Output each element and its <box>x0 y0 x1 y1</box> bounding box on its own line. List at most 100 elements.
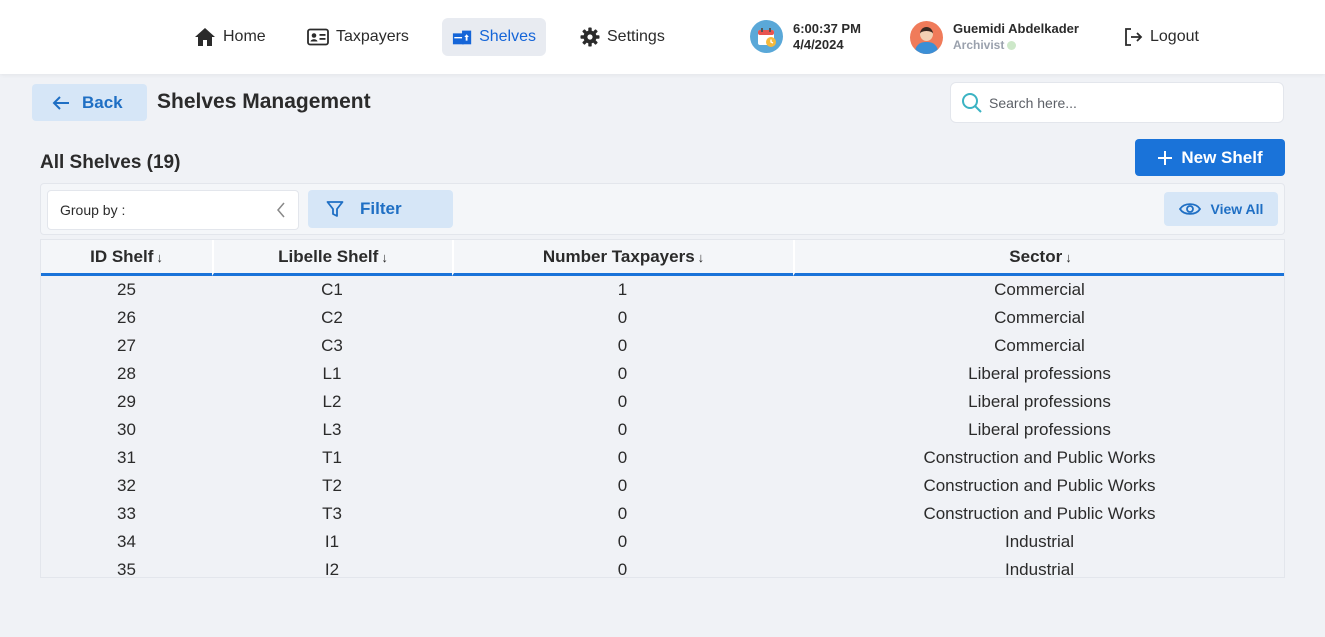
nav-settings[interactable]: Settings <box>570 18 675 56</box>
cell-sector: Liberal professions <box>968 364 1111 383</box>
cell-libelle-shelf: T1 <box>322 448 342 467</box>
cell-sector: Construction and Public Works <box>923 448 1156 467</box>
cell-sector: Commercial <box>994 280 1085 299</box>
cell-id-shelf: 28 <box>117 364 136 383</box>
table-row[interactable]: 26 C2 0 Commercial <box>41 304 1284 332</box>
new-shelf-button[interactable]: New Shelf <box>1135 139 1285 176</box>
online-status-dot <box>1007 41 1017 50</box>
cell-number-taxpayers: 0 <box>617 420 628 439</box>
cell-libelle-shelf: T2 <box>322 476 342 495</box>
filter-label: Filter <box>360 199 402 218</box>
nav-taxpayers[interactable]: Taxpayers <box>297 18 419 56</box>
table-row[interactable]: 29 L2 0 Liberal professions <box>41 388 1284 416</box>
table-row[interactable]: 32 T2 0 Construction and Public Works <box>41 472 1284 500</box>
calendar-clock-icon <box>750 20 783 53</box>
id-card-icon <box>307 28 329 46</box>
user-profile[interactable]: Guemidi Abdelkader Archivist <box>910 20 1079 54</box>
cell-id-shelf: 34 <box>117 532 136 551</box>
view-all-button[interactable]: View All <box>1164 192 1278 226</box>
cell-libelle-shelf: L2 <box>322 392 342 411</box>
arrow-down-icon: ↓ <box>381 249 388 265</box>
gear-icon <box>580 27 600 47</box>
top-navbar: Home Taxpayers Shelves Settings 6:00:37 … <box>0 0 1325 74</box>
cell-number-taxpayers: 0 <box>617 504 628 523</box>
cell-id-shelf: 31 <box>117 448 136 467</box>
cell-number-taxpayers: 0 <box>617 364 628 383</box>
cell-id-shelf: 35 <box>117 560 136 578</box>
shelves-icon <box>452 30 472 45</box>
group-by-select[interactable]: Group by : <box>47 190 299 230</box>
arrow-left-icon <box>52 95 69 110</box>
cell-id-shelf: 26 <box>117 308 136 327</box>
logout-label: Logout <box>1150 28 1199 45</box>
table-row[interactable]: 34 I1 0 Industrial <box>41 528 1284 556</box>
cell-id-shelf: 27 <box>117 336 136 355</box>
cell-number-taxpayers: 0 <box>617 308 628 327</box>
cell-libelle-shelf: I2 <box>324 560 340 578</box>
column-header-libelle-shelf[interactable]: Libelle Shelf ↓ <box>212 240 452 276</box>
cell-id-shelf: 25 <box>117 280 136 299</box>
table-row[interactable]: 35 I2 0 Industrial <box>41 556 1284 578</box>
new-shelf-label: New Shelf <box>1181 147 1263 167</box>
cell-sector: Liberal professions <box>968 392 1111 411</box>
table-toolbar: Group by : Filter View All <box>40 183 1285 235</box>
cell-sector: Commercial <box>994 336 1085 355</box>
page-title: Shelves Management <box>157 90 371 113</box>
arrow-down-icon: ↓ <box>156 249 163 265</box>
nav-home-label: Home <box>223 28 266 45</box>
search-icon <box>962 92 982 113</box>
cell-number-taxpayers: 0 <box>617 532 628 551</box>
cell-libelle-shelf: T3 <box>322 504 342 523</box>
table-row[interactable]: 25 C1 1 Commercial <box>41 276 1284 304</box>
cell-number-taxpayers: 0 <box>617 560 628 578</box>
cell-libelle-shelf: L3 <box>322 420 342 439</box>
cell-number-taxpayers: 0 <box>617 476 628 495</box>
back-button[interactable]: Back <box>32 84 147 121</box>
cell-libelle-shelf: C1 <box>321 280 343 299</box>
table-row[interactable]: 31 T1 0 Construction and Public Works <box>41 444 1284 472</box>
cell-id-shelf: 29 <box>117 392 136 411</box>
cell-id-shelf: 30 <box>117 420 136 439</box>
cell-sector: Construction and Public Works <box>923 504 1156 523</box>
table-row[interactable]: 30 L3 0 Liberal professions <box>41 416 1284 444</box>
cell-sector: Construction and Public Works <box>923 476 1156 495</box>
avatar <box>910 20 943 54</box>
group-by-label: Group by : <box>60 202 126 218</box>
cell-libelle-shelf: C2 <box>321 308 343 327</box>
home-icon <box>195 28 215 46</box>
search-box[interactable] <box>950 82 1284 123</box>
search-input[interactable] <box>989 94 1269 111</box>
cell-number-taxpayers: 0 <box>617 448 628 467</box>
cell-sector: Industrial <box>1005 532 1074 551</box>
cell-sector: Industrial <box>1005 560 1074 578</box>
view-all-label: View All <box>1210 201 1264 217</box>
clock-date: 4/4/2024 <box>793 36 844 52</box>
column-header-id-shelf[interactable]: ID Shelf ↓ <box>41 240 212 276</box>
cell-number-taxpayers: 0 <box>617 392 628 411</box>
logout-icon <box>1125 28 1143 46</box>
nav-home[interactable]: Home <box>184 18 276 56</box>
cell-number-taxpayers: 0 <box>617 336 628 355</box>
plus-icon <box>1158 150 1173 165</box>
logout-button[interactable]: Logout <box>1122 18 1199 56</box>
filter-button[interactable]: Filter <box>308 190 453 228</box>
section-title: All Shelves (19) <box>40 152 181 173</box>
cell-id-shelf: 33 <box>117 504 136 523</box>
column-header-number-taxpayers[interactable]: Number Taxpayers ↓ <box>452 240 793 276</box>
arrow-down-icon: ↓ <box>697 249 705 265</box>
cell-number-taxpayers: 1 <box>617 280 628 299</box>
table-row[interactable]: 27 C3 0 Commercial <box>41 332 1284 360</box>
nav-shelves-label: Shelves <box>479 28 536 45</box>
table-row[interactable]: 28 L1 0 Liberal professions <box>41 360 1284 388</box>
back-label: Back <box>82 92 123 112</box>
column-header-sector[interactable]: Sector ↓ <box>793 240 1284 276</box>
nav-shelves[interactable]: Shelves <box>442 18 546 56</box>
chevron-left-icon <box>277 202 285 218</box>
cell-id-shelf: 32 <box>117 476 136 495</box>
table-row[interactable]: 33 T3 0 Construction and Public Works <box>41 500 1284 528</box>
cell-sector: Commercial <box>994 308 1085 327</box>
cell-libelle-shelf: I1 <box>324 532 340 551</box>
clock-time: 6:00:37 PM <box>793 20 861 36</box>
shelves-table: ID Shelf ↓ Libelle Shelf ↓ Number Taxpayer… <box>40 239 1285 578</box>
nav-taxpayers-label: Taxpayers <box>336 28 409 45</box>
